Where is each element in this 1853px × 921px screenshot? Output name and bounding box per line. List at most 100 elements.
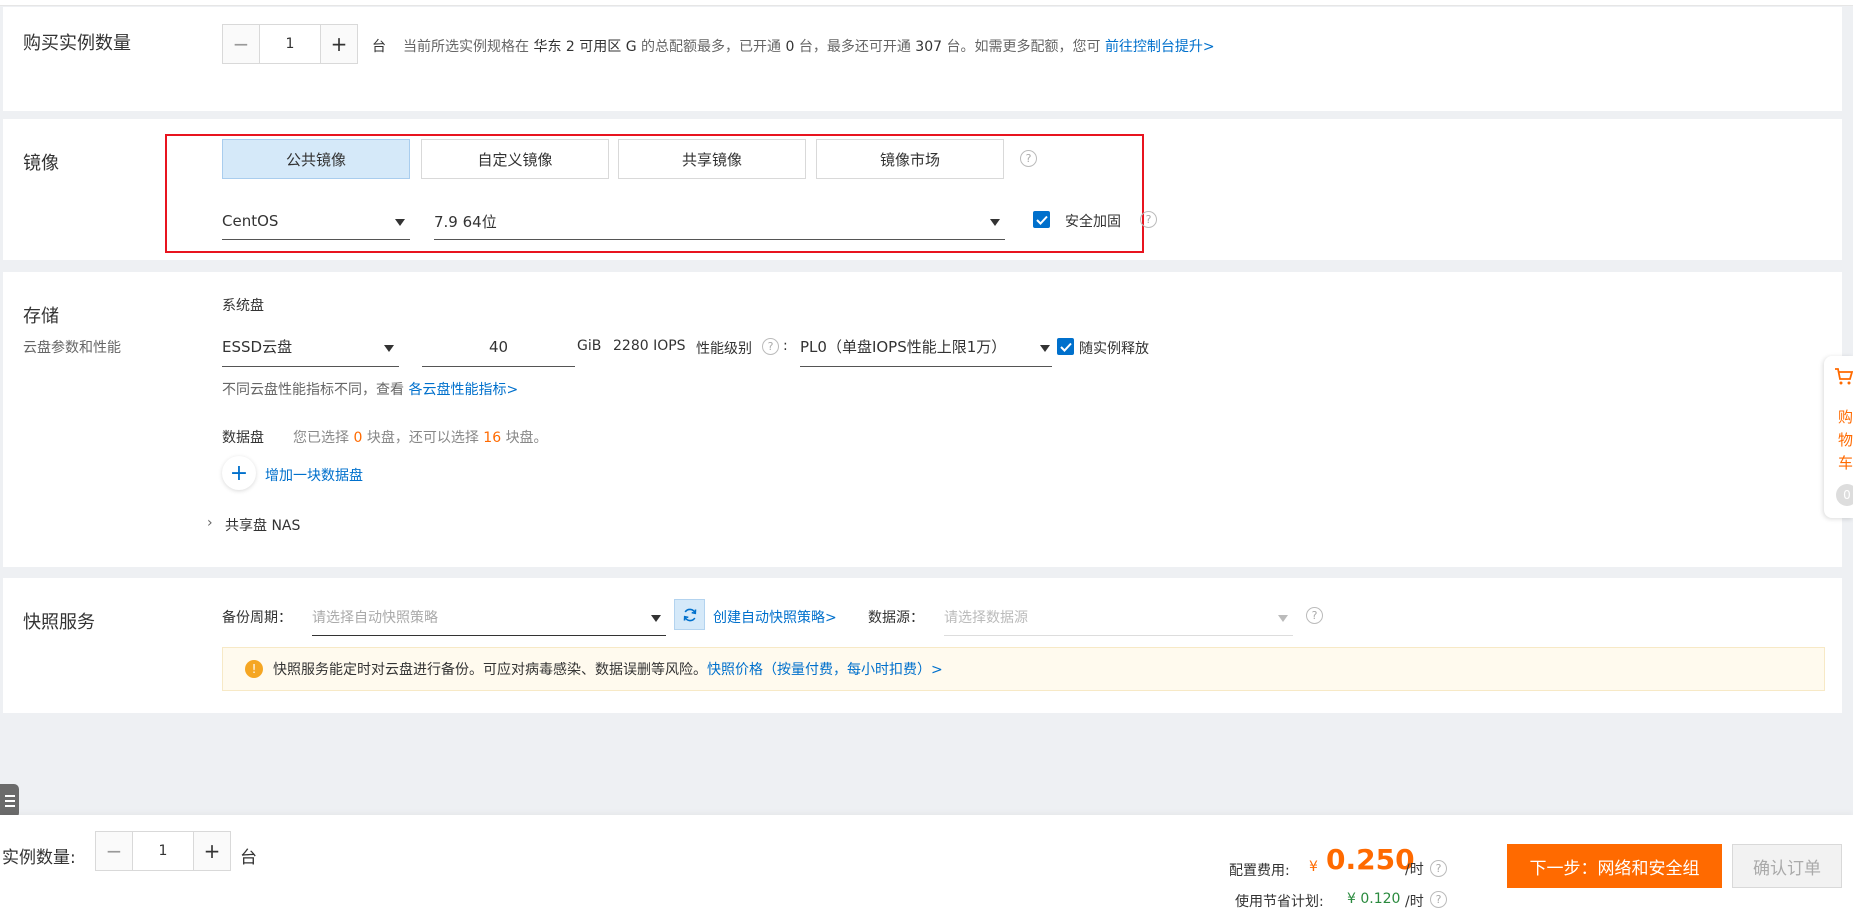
quantity-value[interactable]: 1: [259, 25, 321, 63]
config-fee-price: 0.250: [1326, 843, 1415, 876]
help-icon[interactable]: ?: [1306, 607, 1323, 624]
security-label: 安全加固: [1065, 214, 1121, 230]
footer-decrement-button[interactable]: −: [96, 832, 132, 870]
saving-per-hour-unit: /时: [1405, 894, 1424, 910]
quantity-stepper: − 1 +: [222, 24, 358, 64]
tab-image-market[interactable]: 镜像市场: [816, 139, 1004, 179]
disk-type-value: ESSD云盘: [222, 338, 293, 356]
chevron-down-icon: [1278, 615, 1288, 622]
help-icon[interactable]: ?: [1430, 891, 1447, 908]
chevron-down-icon: [384, 345, 394, 352]
footer-quantity-stepper: − 1 +: [95, 831, 231, 871]
decrement-button[interactable]: −: [223, 25, 259, 63]
section-title-quantity: 购买实例数量: [23, 33, 131, 54]
chevron-down-icon: [651, 615, 661, 622]
per-hour-unit: /时: [1405, 862, 1424, 878]
menu-toggle-button[interactable]: [0, 784, 19, 818]
release-with-instance-checkbox[interactable]: [1057, 338, 1074, 355]
footer-quantity-unit: 台: [240, 848, 257, 868]
section-title-storage: 存储: [23, 306, 59, 327]
top-strip: [0, 0, 1853, 6]
tab-public-image[interactable]: 公共镜像: [222, 139, 410, 179]
image-section: 镜像 公共镜像 自定义镜像 共享镜像 镜像市场 ? CentOS 7.9 64位…: [3, 119, 1842, 260]
add-data-disk-link[interactable]: 增加一块数据盘: [265, 465, 363, 485]
cart-label-1: 购: [1838, 408, 1853, 426]
chevron-right-icon[interactable]: ›: [207, 515, 213, 531]
refresh-button[interactable]: [674, 599, 705, 630]
tab-custom-image[interactable]: 自定义镜像: [421, 139, 609, 179]
cart-count-badge: 0: [1836, 484, 1853, 506]
section-title-snapshot: 快照服务: [23, 612, 95, 633]
warning-icon: !: [245, 660, 263, 678]
backup-policy-select[interactable]: 请选择自动快照策略: [312, 599, 666, 636]
chevron-down-icon: [990, 219, 1000, 226]
currency-symbol: ¥: [1309, 859, 1318, 875]
snapshot-notice: ! 快照服务能定时对云盘进行备份。可应对病毒感染、数据误删等风险。 快照价格（按…: [222, 647, 1825, 691]
cart-label-3: 车: [1838, 454, 1853, 472]
release-label: 随实例释放: [1079, 341, 1149, 357]
disk-size-input[interactable]: 40: [422, 327, 575, 367]
plus-icon: +: [229, 460, 249, 486]
create-snapshot-policy-link[interactable]: 创建自动快照策略>: [713, 607, 837, 627]
data-disk-label: 数据盘: [222, 430, 264, 446]
quantity-unit: 台: [372, 39, 386, 55]
refresh-icon: [683, 608, 696, 621]
backup-period-label: 备份周期：: [222, 610, 292, 626]
disk-type-select[interactable]: ESSD云盘: [222, 327, 399, 367]
snapshot-price-link[interactable]: 快照价格（按量付费，每小时扣费）>: [707, 659, 943, 679]
chevron-down-icon: [1040, 345, 1050, 352]
data-source-placeholder: 请选择数据源: [944, 610, 1028, 626]
footer-quantity-label: 实例数量:: [2, 848, 76, 868]
quota-console-link[interactable]: 前往控制台提升>: [1105, 39, 1215, 55]
system-disk-label: 系统盘: [222, 298, 264, 314]
perf-level-colon: :: [783, 338, 788, 354]
tab-shared-image[interactable]: 共享镜像: [618, 139, 806, 179]
check-icon: [1059, 342, 1072, 352]
os-select[interactable]: CentOS: [222, 203, 410, 240]
security-checkbox[interactable]: [1033, 211, 1050, 228]
saving-plan-label: 使用节省计划:: [1235, 894, 1324, 910]
cart-icon: [1835, 368, 1853, 385]
menu-icon: [4, 795, 15, 807]
iops-value: 2280 IOPS: [613, 338, 686, 354]
perf-level-select[interactable]: PL0（单盘IOPS性能上限1万）: [800, 327, 1052, 367]
add-data-disk-button[interactable]: +: [222, 456, 256, 490]
perf-level-value: PL0（单盘IOPS性能上限1万）: [800, 338, 1007, 356]
confirm-order-button[interactable]: 确认订单: [1732, 844, 1842, 888]
data-source-select[interactable]: 请选择数据源: [944, 599, 1293, 636]
data-disk-note: 您已选择 0 块盘，还可以选择 16 块盘。: [293, 430, 548, 446]
data-source-label: 数据源：: [868, 610, 924, 626]
check-icon: [1035, 215, 1048, 225]
footer-bar: 实例数量: − 1 + 台 配置费用: ¥ 0.250 /时 ? 使用节省计划:…: [0, 815, 1853, 921]
footer-quantity-value[interactable]: 1: [132, 832, 194, 870]
backup-policy-placeholder: 请选择自动快照策略: [312, 610, 438, 626]
config-fee-label: 配置费用:: [1229, 863, 1290, 879]
disk-performance-link[interactable]: 各云盘性能指标>: [408, 382, 518, 398]
storage-section: 存储 云盘参数和性能 系统盘 ESSD云盘 40 GiB 2280 IOPS 性…: [3, 272, 1842, 567]
next-step-button[interactable]: 下一步：网络和安全组: [1507, 844, 1722, 888]
saving-plan-price: ¥ 0.120: [1347, 891, 1401, 907]
section-title-image: 镜像: [23, 153, 59, 174]
disk-size-unit: GiB: [577, 338, 602, 354]
quota-note: 当前所选实例规格在 华东 2 可用区 G 的总配额最多，已开通 0 台，最多还可…: [403, 39, 1215, 55]
section-subtitle-storage: 云盘参数和性能: [23, 340, 121, 356]
disk-hint: 不同云盘性能指标不同，查看 各云盘性能指标>: [222, 382, 519, 398]
perf-level-label: 性能级别: [696, 341, 752, 357]
shopping-cart-widget[interactable]: 购 物 车 0: [1824, 356, 1853, 518]
shared-nas-toggle[interactable]: 共享盘 NAS: [225, 515, 300, 535]
chevron-down-icon: [395, 219, 405, 226]
help-icon[interactable]: ?: [762, 338, 779, 355]
os-select-value: CentOS: [222, 212, 279, 230]
help-icon[interactable]: ?: [1430, 860, 1447, 877]
help-icon[interactable]: ?: [1020, 150, 1037, 167]
cart-label-2: 物: [1838, 431, 1853, 449]
version-select[interactable]: 7.9 64位: [434, 203, 1005, 240]
footer-increment-button[interactable]: +: [194, 832, 230, 870]
notice-text: 快照服务能定时对云盘进行备份。可应对病毒感染、数据误删等风险。: [273, 662, 707, 678]
help-icon[interactable]: ?: [1140, 211, 1157, 228]
increment-button[interactable]: +: [321, 25, 357, 63]
quantity-section: 购买实例数量 − 1 + 台 当前所选实例规格在 华东 2 可用区 G 的总配额…: [3, 7, 1842, 111]
disk-size-value: 40: [488, 337, 509, 356]
snapshot-section: 快照服务 备份周期： 请选择自动快照策略 创建自动快照策略> 数据源： 请选择数…: [3, 578, 1842, 713]
version-select-value: 7.9 64位: [434, 212, 497, 231]
